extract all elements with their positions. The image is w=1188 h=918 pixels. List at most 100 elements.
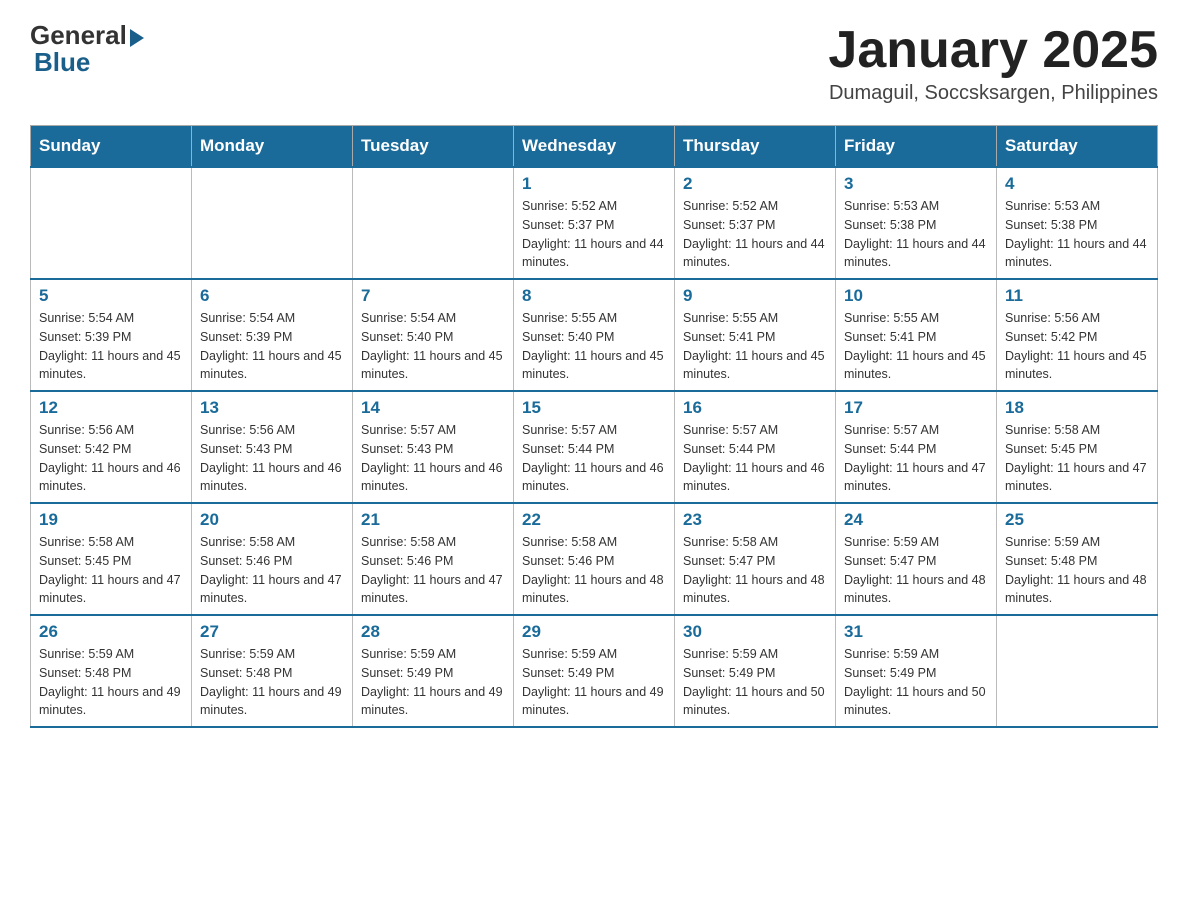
day-info: Sunrise: 5:57 AMSunset: 5:44 PMDaylight:… (522, 421, 666, 496)
day-number: 22 (522, 510, 666, 530)
day-info: Sunrise: 5:55 AMSunset: 5:41 PMDaylight:… (683, 309, 827, 384)
day-number: 8 (522, 286, 666, 306)
calendar-cell: 5 Sunrise: 5:54 AMSunset: 5:39 PMDaylight… (31, 279, 192, 391)
day-info: Sunrise: 5:59 AMSunset: 5:49 PMDaylight:… (522, 645, 666, 720)
calendar-cell: 10Sunrise: 5:55 AMSunset: 5:41 PMDayligh… (836, 279, 997, 391)
weekday-header-friday: Friday (836, 126, 997, 168)
week-row-5: 26Sunrise: 5:59 AMSunset: 5:48 PMDayligh… (31, 615, 1158, 727)
day-info: Sunrise: 5:54 AMSunset: 5:40 PMDaylight:… (361, 309, 505, 384)
day-number: 12 (39, 398, 183, 418)
logo-arrow-icon (130, 29, 144, 47)
week-row-3: 12 Sunrise: 5:56 AMSunset: 5:42 PMDayligh… (31, 391, 1158, 503)
day-number: 30 (683, 622, 827, 642)
calendar-cell: 22 Sunrise: 5:58 AMSunset: 5:46 PMDayligh… (514, 503, 675, 615)
day-number: 26 (39, 622, 183, 642)
calendar-cell: 4Sunrise: 5:53 AMSunset: 5:38 PMDaylight… (997, 167, 1158, 279)
day-number: 1 (522, 174, 666, 194)
day-info: Sunrise: 5:55 AMSunset: 5:40 PMDaylight:… (522, 309, 666, 384)
day-info: Sunrise: 5:57 AMSunset: 5:43 PMDaylight:… (361, 421, 505, 496)
calendar-cell: 20 Sunrise: 5:58 AMSunset: 5:46 PMDayligh… (192, 503, 353, 615)
calendar-cell: 11 Sunrise: 5:56 AMSunset: 5:42 PMDayligh… (997, 279, 1158, 391)
weekday-header-row: SundayMondayTuesdayWednesdayThursdayFrid… (31, 126, 1158, 168)
calendar-cell: 27Sunrise: 5:59 AMSunset: 5:48 PMDayligh… (192, 615, 353, 727)
day-info: Sunrise: 5:58 AMSunset: 5:45 PMDaylight:… (1005, 421, 1149, 496)
day-number: 10 (844, 286, 988, 306)
title-block: January 2025 Dumaguil, Soccsksargen, Phi… (828, 20, 1158, 105)
calendar-cell: 18 Sunrise: 5:58 AMSunset: 5:45 PMDayligh… (997, 391, 1158, 503)
calendar-cell: 7 Sunrise: 5:54 AMSunset: 5:40 PMDaylight… (353, 279, 514, 391)
calendar-cell: 14 Sunrise: 5:57 AMSunset: 5:43 PMDayligh… (353, 391, 514, 503)
day-number: 19 (39, 510, 183, 530)
day-number: 6 (200, 286, 344, 306)
day-info: Sunrise: 5:56 AMSunset: 5:42 PMDaylight:… (1005, 309, 1149, 384)
day-info: Sunrise: 5:57 AMSunset: 5:44 PMDaylight:… (844, 421, 988, 496)
day-info: Sunrise: 5:58 AMSunset: 5:45 PMDaylight:… (39, 533, 183, 608)
weekday-header-tuesday: Tuesday (353, 126, 514, 168)
calendar-cell: 12 Sunrise: 5:56 AMSunset: 5:42 PMDayligh… (31, 391, 192, 503)
weekday-header-wednesday: Wednesday (514, 126, 675, 168)
day-info: Sunrise: 5:54 AMSunset: 5:39 PMDaylight:… (39, 309, 183, 384)
calendar-cell: 29 Sunrise: 5:59 AMSunset: 5:49 PMDayligh… (514, 615, 675, 727)
page-header: General Blue January 2025 Dumaguil, Socc… (30, 20, 1158, 105)
weekday-header-sunday: Sunday (31, 126, 192, 168)
location-text: Dumaguil, Soccsksargen, Philippines (828, 82, 1158, 105)
day-info: Sunrise: 5:53 AMSunset: 5:38 PMDaylight:… (1005, 197, 1149, 272)
day-info: Sunrise: 5:59 AMSunset: 5:49 PMDaylight:… (361, 645, 505, 720)
day-number: 27 (200, 622, 344, 642)
calendar-cell: 15Sunrise: 5:57 AMSunset: 5:44 PMDayligh… (514, 391, 675, 503)
calendar-table: SundayMondayTuesdayWednesdayThursdayFrid… (30, 125, 1158, 728)
weekday-header-thursday: Thursday (675, 126, 836, 168)
day-info: Sunrise: 5:56 AMSunset: 5:43 PMDaylight:… (200, 421, 344, 496)
day-info: Sunrise: 5:52 AMSunset: 5:37 PMDaylight:… (683, 197, 827, 272)
day-number: 16 (683, 398, 827, 418)
day-number: 24 (844, 510, 988, 530)
calendar-cell: 23 Sunrise: 5:58 AMSunset: 5:47 PMDayligh… (675, 503, 836, 615)
calendar-cell (353, 167, 514, 279)
day-info: Sunrise: 5:58 AMSunset: 5:47 PMDaylight:… (683, 533, 827, 608)
day-number: 29 (522, 622, 666, 642)
day-number: 13 (200, 398, 344, 418)
week-row-4: 19 Sunrise: 5:58 AMSunset: 5:45 PMDayligh… (31, 503, 1158, 615)
calendar-cell (31, 167, 192, 279)
week-row-1: 1 Sunrise: 5:52 AMSunset: 5:37 PMDaylight… (31, 167, 1158, 279)
day-number: 14 (361, 398, 505, 418)
day-info: Sunrise: 5:56 AMSunset: 5:42 PMDaylight:… (39, 421, 183, 496)
month-title: January 2025 (828, 20, 1158, 80)
day-info: Sunrise: 5:52 AMSunset: 5:37 PMDaylight:… (522, 197, 666, 272)
week-row-2: 5 Sunrise: 5:54 AMSunset: 5:39 PMDaylight… (31, 279, 1158, 391)
day-number: 7 (361, 286, 505, 306)
weekday-header-monday: Monday (192, 126, 353, 168)
logo-blue-text: Blue (34, 47, 90, 78)
calendar-cell: 1 Sunrise: 5:52 AMSunset: 5:37 PMDaylight… (514, 167, 675, 279)
calendar-cell: 26Sunrise: 5:59 AMSunset: 5:48 PMDayligh… (31, 615, 192, 727)
day-number: 25 (1005, 510, 1149, 530)
day-number: 17 (844, 398, 988, 418)
calendar-cell: 3 Sunrise: 5:53 AMSunset: 5:38 PMDaylight… (836, 167, 997, 279)
calendar-cell: 28 Sunrise: 5:59 AMSunset: 5:49 PMDayligh… (353, 615, 514, 727)
calendar-cell (192, 167, 353, 279)
day-number: 3 (844, 174, 988, 194)
calendar-cell: 24Sunrise: 5:59 AMSunset: 5:47 PMDayligh… (836, 503, 997, 615)
calendar-cell: 8 Sunrise: 5:55 AMSunset: 5:40 PMDaylight… (514, 279, 675, 391)
calendar-cell: 19 Sunrise: 5:58 AMSunset: 5:45 PMDayligh… (31, 503, 192, 615)
day-info: Sunrise: 5:58 AMSunset: 5:46 PMDaylight:… (200, 533, 344, 608)
day-info: Sunrise: 5:58 AMSunset: 5:46 PMDaylight:… (361, 533, 505, 608)
day-info: Sunrise: 5:59 AMSunset: 5:48 PMDaylight:… (1005, 533, 1149, 608)
day-info: Sunrise: 5:53 AMSunset: 5:38 PMDaylight:… (844, 197, 988, 272)
day-number: 28 (361, 622, 505, 642)
day-number: 20 (200, 510, 344, 530)
day-number: 21 (361, 510, 505, 530)
day-info: Sunrise: 5:58 AMSunset: 5:46 PMDaylight:… (522, 533, 666, 608)
day-number: 31 (844, 622, 988, 642)
calendar-cell: 16 Sunrise: 5:57 AMSunset: 5:44 PMDayligh… (675, 391, 836, 503)
calendar-cell: 31Sunrise: 5:59 AMSunset: 5:49 PMDayligh… (836, 615, 997, 727)
day-number: 5 (39, 286, 183, 306)
day-number: 11 (1005, 286, 1149, 306)
day-number: 18 (1005, 398, 1149, 418)
day-number: 9 (683, 286, 827, 306)
day-info: Sunrise: 5:54 AMSunset: 5:39 PMDaylight:… (200, 309, 344, 384)
day-number: 23 (683, 510, 827, 530)
day-info: Sunrise: 5:59 AMSunset: 5:49 PMDaylight:… (683, 645, 827, 720)
day-info: Sunrise: 5:57 AMSunset: 5:44 PMDaylight:… (683, 421, 827, 496)
calendar-cell: 30 Sunrise: 5:59 AMSunset: 5:49 PMDayligh… (675, 615, 836, 727)
